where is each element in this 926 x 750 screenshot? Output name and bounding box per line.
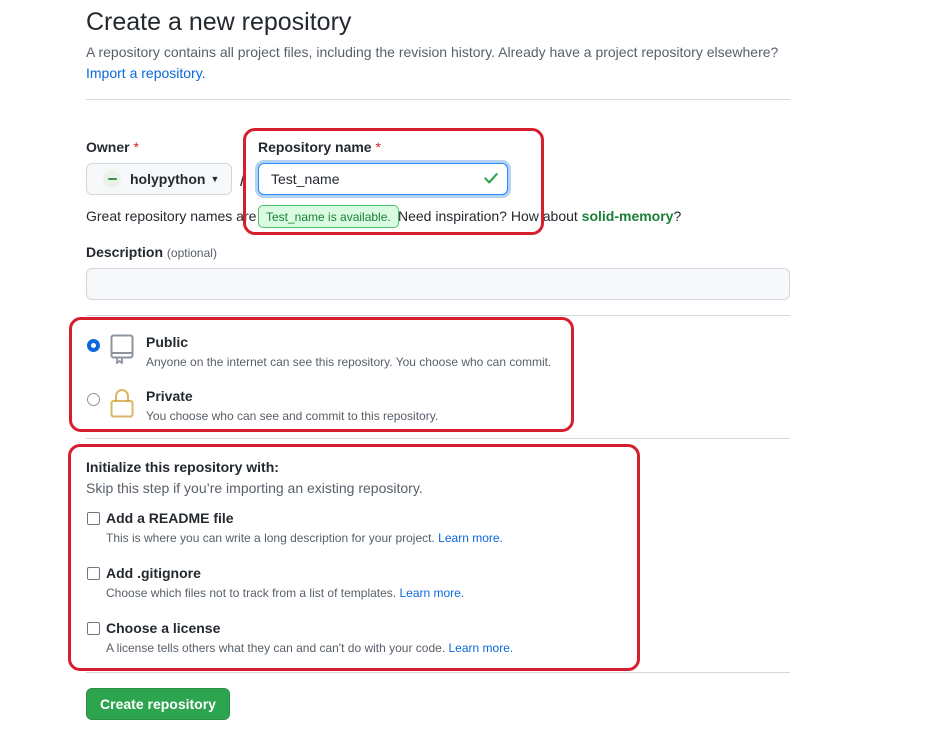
readme-learn-more-link[interactable]: Learn more. [438,531,503,545]
check-icon [484,173,498,184]
private-title: Private [146,388,193,404]
suggested-name-link[interactable]: solid-memory [582,208,674,224]
license-title: Choose a license [106,620,221,636]
lock-icon [110,389,134,418]
gitignore-learn-more-link[interactable]: Learn more. [399,586,464,600]
repo-icon [110,334,134,364]
public-description: Anyone on the internet can see this repo… [146,355,552,369]
divider [86,315,790,316]
gitignore-title: Add .gitignore [106,565,201,581]
owner-dropdown[interactable]: holypython ▼ [86,163,232,195]
license-checkbox[interactable] [87,622,100,635]
import-repository-link[interactable]: Import a repository. [86,65,206,81]
owner-avatar [103,170,121,188]
readme-checkbox[interactable] [87,512,100,525]
required-mark: * [375,139,381,155]
caret-down-icon: ▼ [210,174,220,184]
page-subtitle: A repository contains all project files,… [86,44,779,60]
gitignore-checkbox[interactable] [87,567,100,580]
divider [86,99,790,100]
description-input[interactable] [86,268,790,300]
optional-tag: (optional) [166,246,217,260]
repository-name-input[interactable] [258,163,508,195]
initialize-subtitle: Skip this step if you’re importing an ex… [86,480,423,496]
required-mark: * [133,139,139,155]
license-description: A license tells others what they can and… [106,641,514,655]
owner-repo-separator: / [240,170,246,190]
availability-tooltip: Test_name is available. [258,205,399,228]
gitignore-description: Choose which files not to track from a l… [106,586,465,600]
naming-hint-text: Great repository names are [86,208,257,224]
public-title: Public [146,334,189,350]
public-radio[interactable] [87,339,100,352]
private-description: You choose who can see and commit to thi… [146,409,439,423]
page-title: Create a new repository [86,8,352,36]
description-label: Description (optional) [86,244,217,260]
highlight-box-initialize [68,444,640,671]
readme-description: This is where you can write a long descr… [106,531,503,545]
initialize-title: Initialize this repository with: [86,459,279,475]
owner-name: holypython [130,171,206,187]
create-repository-button[interactable]: Create repository [86,688,230,720]
license-learn-more-link[interactable]: Learn more. [449,641,514,655]
owner-label: Owner * [86,139,139,155]
readme-title: Add a README file [106,510,234,526]
divider [86,438,790,439]
repository-name-label: Repository name * [258,139,381,155]
divider [86,672,790,673]
inspiration-text: Need inspiration? How about solid-memory… [398,208,682,224]
private-radio[interactable] [87,393,100,406]
